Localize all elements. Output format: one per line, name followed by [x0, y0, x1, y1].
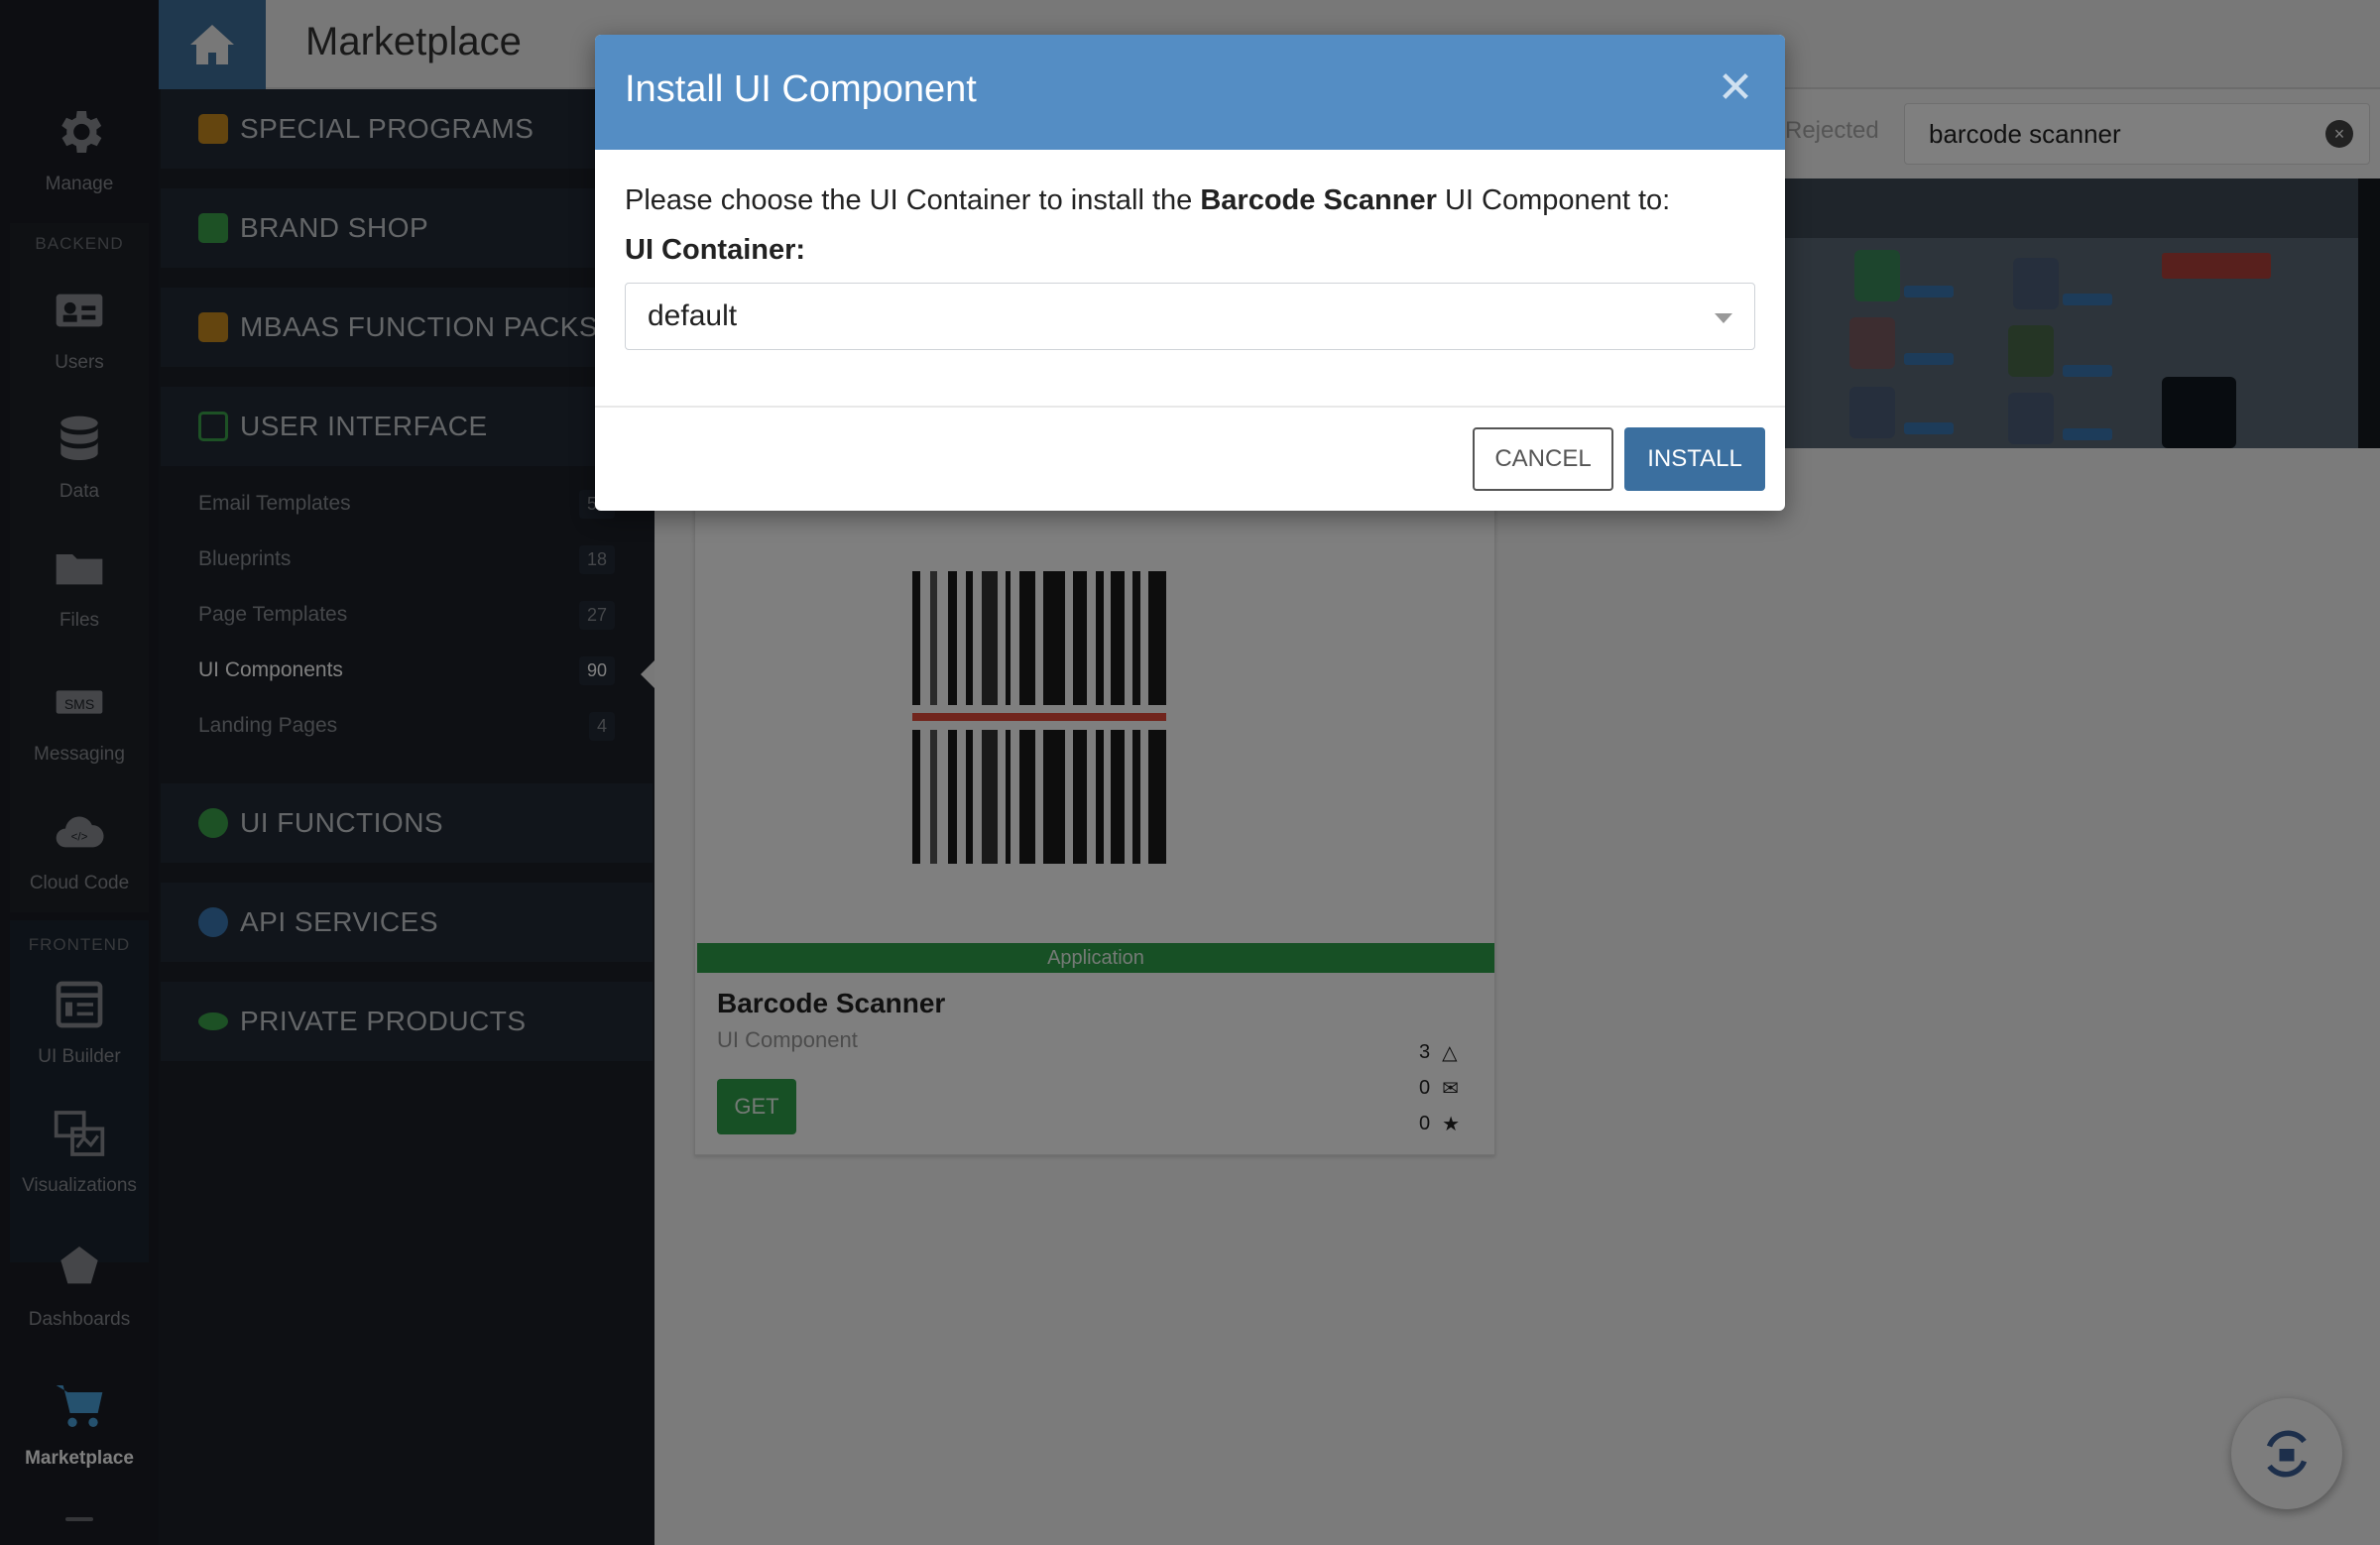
selected-value: default [648, 298, 738, 332]
dialog-divider [595, 406, 1785, 408]
ui-container-label: UI Container: [625, 233, 806, 266]
dialog-title: Install UI Component [625, 68, 977, 110]
dialog-header: Install UI Component ✕ [595, 35, 1785, 150]
install-button[interactable]: INSTALL [1624, 427, 1765, 491]
cancel-button[interactable]: CANCEL [1473, 427, 1613, 491]
prompt-product-name: Barcode Scanner [1200, 184, 1437, 216]
prompt-text: Please choose the UI Container to instal… [625, 184, 1201, 216]
install-ui-component-dialog: Install UI Component ✕ Please choose the… [595, 35, 1785, 511]
chevron-down-icon [1715, 312, 1732, 323]
prompt-text: UI Component to: [1436, 184, 1671, 216]
ui-container-select[interactable]: default [625, 282, 1755, 350]
dialog-prompt: Please choose the UI Container to instal… [625, 183, 1755, 218]
close-icon[interactable]: ✕ [1716, 66, 1755, 110]
dialog-body: Please choose the UI Container to instal… [625, 183, 1755, 350]
